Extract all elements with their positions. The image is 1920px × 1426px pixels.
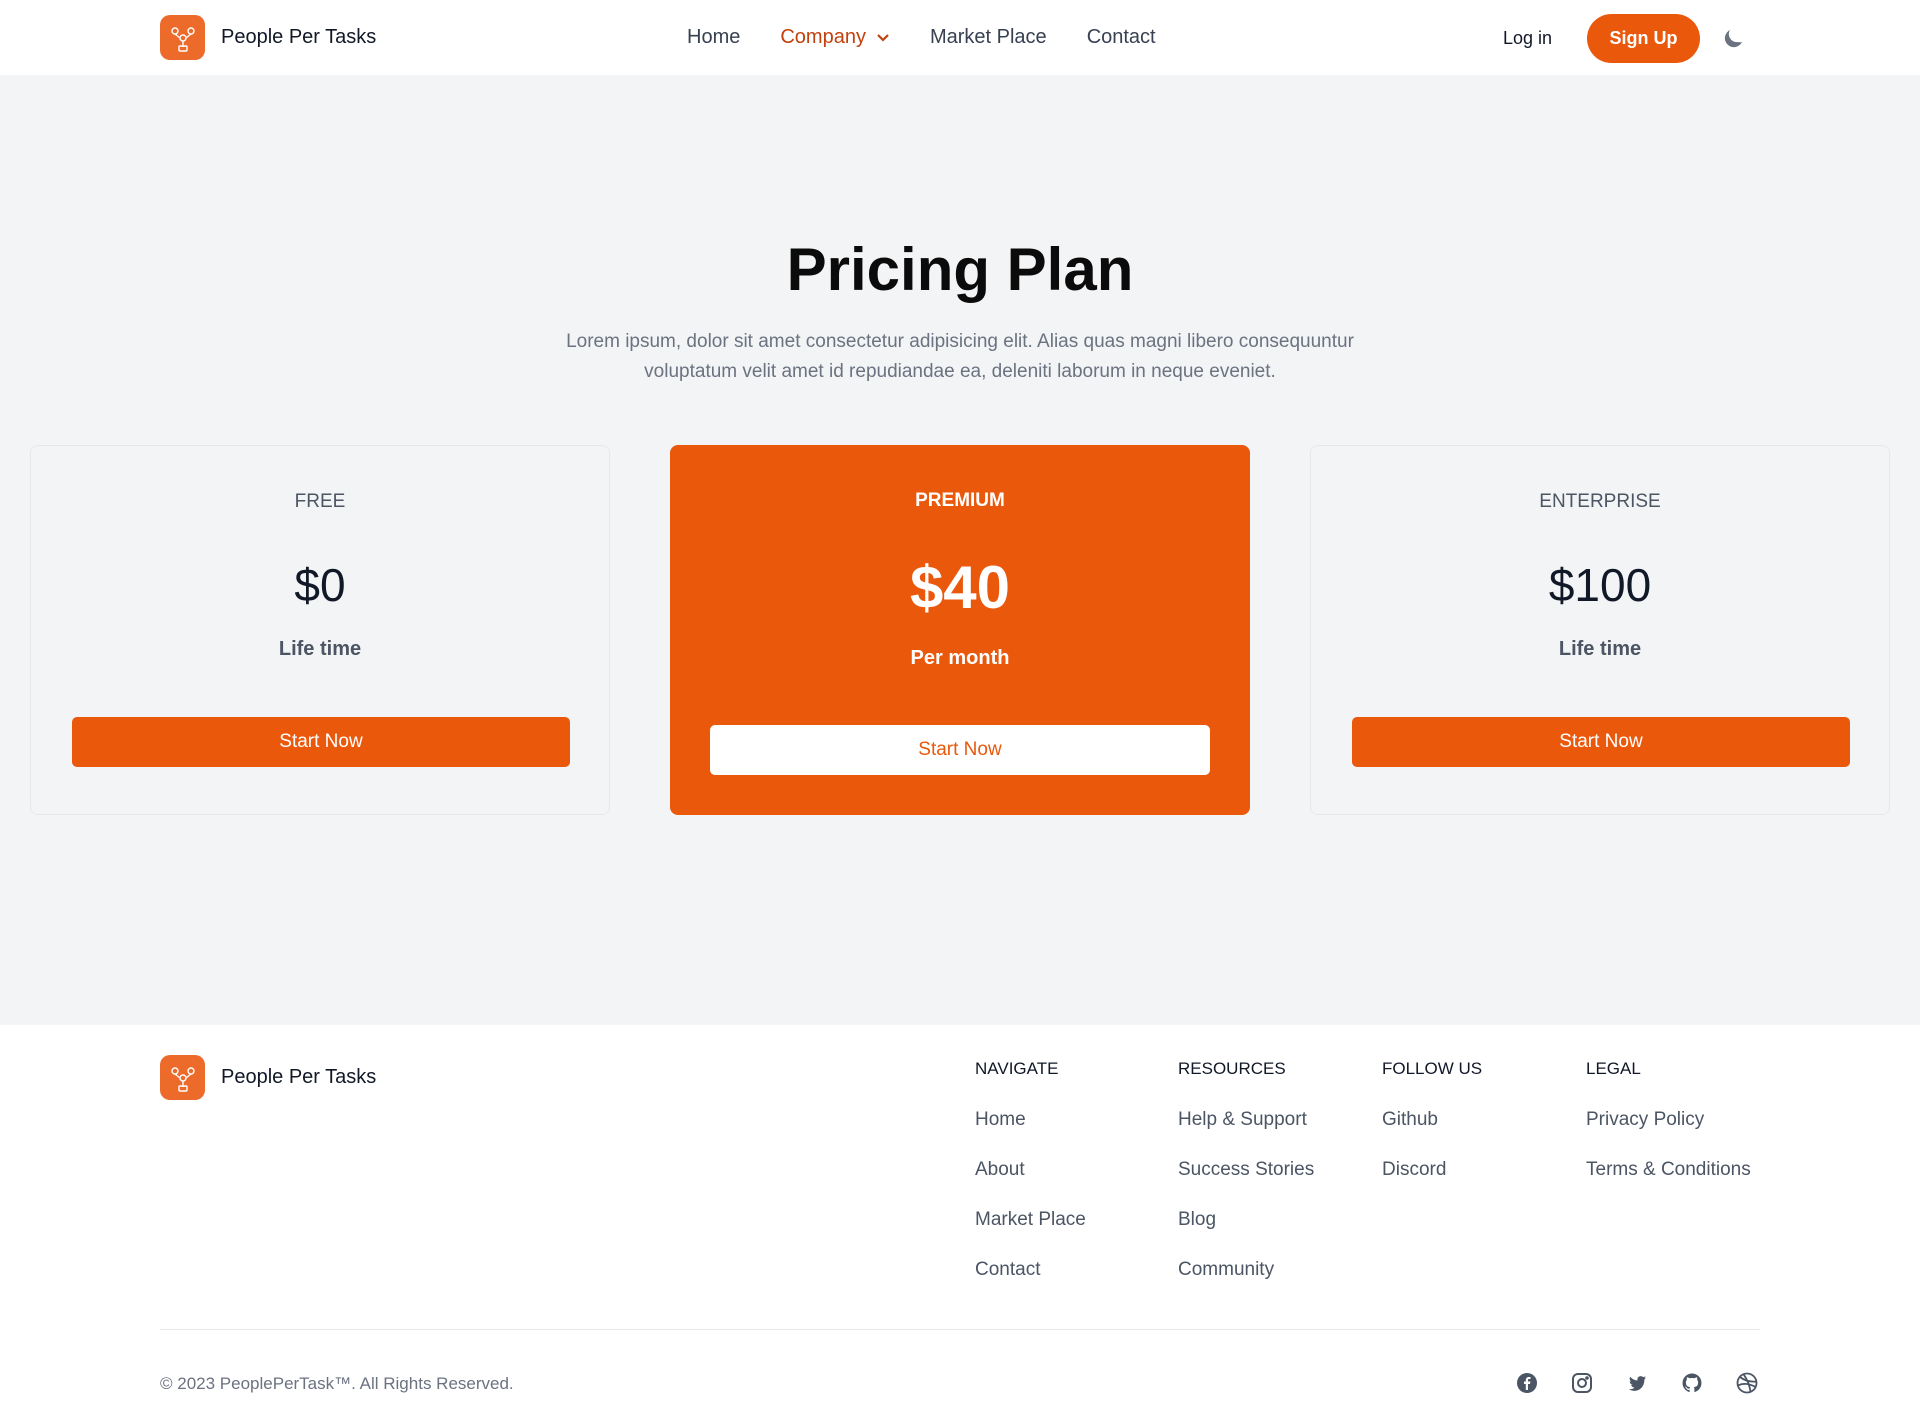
nav-home[interactable]: Home	[687, 26, 740, 49]
footer-link-market-place[interactable]: Market Place	[975, 1209, 1086, 1259]
plan-name: PREMIUM	[915, 490, 1005, 511]
logo-icon	[160, 1055, 205, 1100]
plan-price: $100	[1548, 559, 1652, 611]
column-title: LEGAL	[1586, 1059, 1641, 1078]
plan-card-premium: PREMIUM $40 Per month Start Now	[670, 445, 1250, 815]
moon-icon[interactable]	[1723, 27, 1745, 54]
copyright: © 2023 PeoplePerTask™. All Rights Reserv…	[160, 1374, 514, 1393]
main-nav: Home Company Market Place Contact	[687, 26, 1196, 49]
brand[interactable]: People Per Tasks	[160, 15, 376, 60]
instagram-icon[interactable]	[1570, 1371, 1594, 1395]
social-links	[1515, 1371, 1790, 1395]
plan-name: ENTERPRISE	[1539, 491, 1661, 512]
plan-name: FREE	[294, 491, 346, 512]
plan-period: Life time	[1558, 638, 1642, 660]
footer-column-follow-us: FOLLOW US Github Discord	[1382, 1059, 1482, 1209]
footer-column-legal: LEGAL Privacy Policy Terms & Conditions	[1586, 1059, 1751, 1209]
plan-price: $40	[909, 554, 1011, 621]
dribbble-icon[interactable]	[1735, 1371, 1759, 1395]
start-now-button[interactable]: Start Now	[1352, 717, 1850, 767]
column-title: NAVIGATE	[975, 1059, 1059, 1078]
facebook-icon[interactable]	[1515, 1371, 1539, 1395]
column-title: RESOURCES	[1178, 1059, 1286, 1078]
footer-link-about[interactable]: About	[975, 1159, 1086, 1209]
plan-card-enterprise: ENTERPRISE $100 Life time Start Now	[1310, 445, 1890, 815]
login-link[interactable]: Log in	[1503, 28, 1552, 49]
nav-contact[interactable]: Contact	[1087, 26, 1156, 49]
brand-name: People Per Tasks	[221, 1066, 377, 1088]
footer: People Per Tasks NAVIGATE Home About Mar…	[0, 1025, 1920, 1426]
page-subtitle: Lorem ipsum, dolor sit amet consectetur …	[566, 331, 1354, 382]
footer-brand[interactable]: People Per Tasks	[160, 1055, 376, 1100]
brand-name: People Per Tasks	[221, 26, 377, 48]
footer-link-help[interactable]: Help & Support	[1178, 1109, 1314, 1159]
footer-link-privacy[interactable]: Privacy Policy	[1586, 1109, 1751, 1159]
pricing-section: Pricing Plan Lorem ipsum, dolor sit amet…	[0, 75, 1920, 1025]
footer-link-terms[interactable]: Terms & Conditions	[1586, 1159, 1751, 1209]
footer-link-contact[interactable]: Contact	[975, 1259, 1086, 1309]
plan-period: Per month	[910, 647, 1010, 669]
start-now-button[interactable]: Start Now	[72, 717, 570, 767]
column-title: FOLLOW US	[1382, 1059, 1483, 1078]
github-icon[interactable]	[1680, 1371, 1704, 1395]
logo-icon	[160, 15, 205, 60]
page-title: Pricing Plan	[786, 236, 1134, 303]
nav-company-label: Company	[780, 26, 866, 48]
twitter-icon[interactable]	[1625, 1371, 1649, 1395]
plan-price: $0	[294, 559, 346, 611]
plan-card-free: FREE $0 Life time Start Now	[30, 445, 610, 815]
footer-link-discord[interactable]: Discord	[1382, 1159, 1482, 1209]
footer-column-navigate: NAVIGATE Home About Market Place Contact	[975, 1059, 1086, 1309]
footer-link-success-stories[interactable]: Success Stories	[1178, 1159, 1314, 1209]
nav-company[interactable]: Company	[780, 26, 890, 49]
footer-link-home[interactable]: Home	[975, 1109, 1086, 1159]
footer-link-community[interactable]: Community	[1178, 1259, 1314, 1309]
plan-period: Life time	[278, 638, 362, 660]
footer-link-blog[interactable]: Blog	[1178, 1209, 1314, 1259]
chevron-down-icon	[876, 33, 890, 43]
nav-market-place[interactable]: Market Place	[930, 26, 1047, 49]
footer-link-github[interactable]: Github	[1382, 1109, 1482, 1159]
start-now-button[interactable]: Start Now	[710, 725, 1210, 775]
signup-button[interactable]: Sign Up	[1587, 14, 1700, 63]
top-navbar: People Per Tasks Home Company Market Pla…	[0, 0, 1920, 75]
footer-column-resources: RESOURCES Help & Support Success Stories…	[1178, 1059, 1314, 1309]
footer-divider	[160, 1329, 1760, 1330]
